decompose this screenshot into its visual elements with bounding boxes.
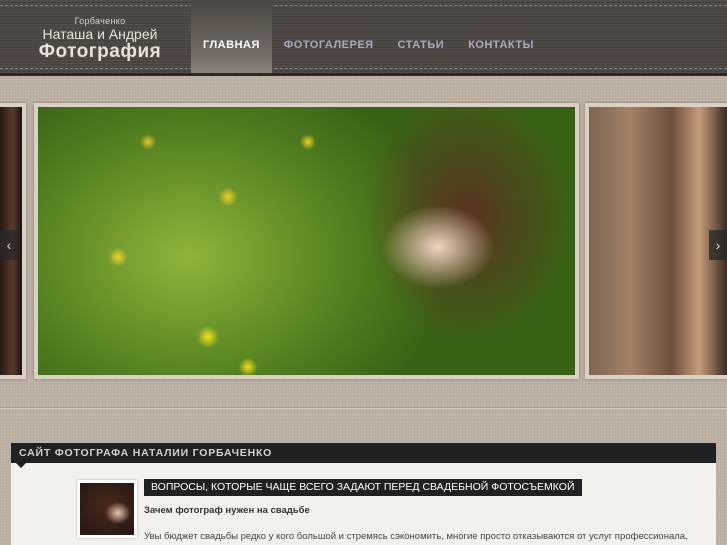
site-logo[interactable]: Горбаченко Наташа и Андрей Фотография [30,16,170,62]
photo-slider: ‹ › [0,100,727,382]
nav-item-home[interactable]: ГЛАВНАЯ [191,0,272,73]
nav-item-gallery[interactable]: ФОТОГАЛЕРЕЯ [272,0,386,73]
logo-names: Наташа и Андрей [42,26,158,42]
article-text: Увы бюджет свадьбы редко у кого большой … [144,531,688,542]
logo-surname: Горбаченко [74,16,126,26]
site-header: Горбаченко Наташа и Андрей Фотография ГЛ… [0,0,727,76]
slide-next-photo[interactable] [585,103,727,379]
article-title[interactable]: ВОПРОСЫ, КОТОРЫЕ ЧАЩЕ ВСЕГО ЗАДАЮТ ПЕРЕД… [144,479,582,496]
nav-item-articles[interactable]: СТАТЬИ [386,0,457,73]
main-nav: ГЛАВНАЯ ФОТОГАЛЕРЕЯ СТАТЬИ КОНТАКТЫ [191,0,546,73]
logo-title: Фотография [38,41,162,62]
slide-current-photo[interactable] [34,103,579,379]
chevron-left-icon[interactable]: ‹ [0,230,18,260]
section-divider [0,408,727,409]
article-subtitle: Зачем фотограф нужен на свадьбе [144,505,310,516]
section-title: САЙТ ФОТОГРАФА НАТАЛИИ ГОРБАЧЕНКО [11,443,716,463]
article-thumbnail[interactable] [77,480,137,538]
nav-item-contacts[interactable]: КОНТАКТЫ [456,0,546,73]
section-title-pointer [16,463,26,468]
chevron-right-icon[interactable]: › [709,230,727,260]
